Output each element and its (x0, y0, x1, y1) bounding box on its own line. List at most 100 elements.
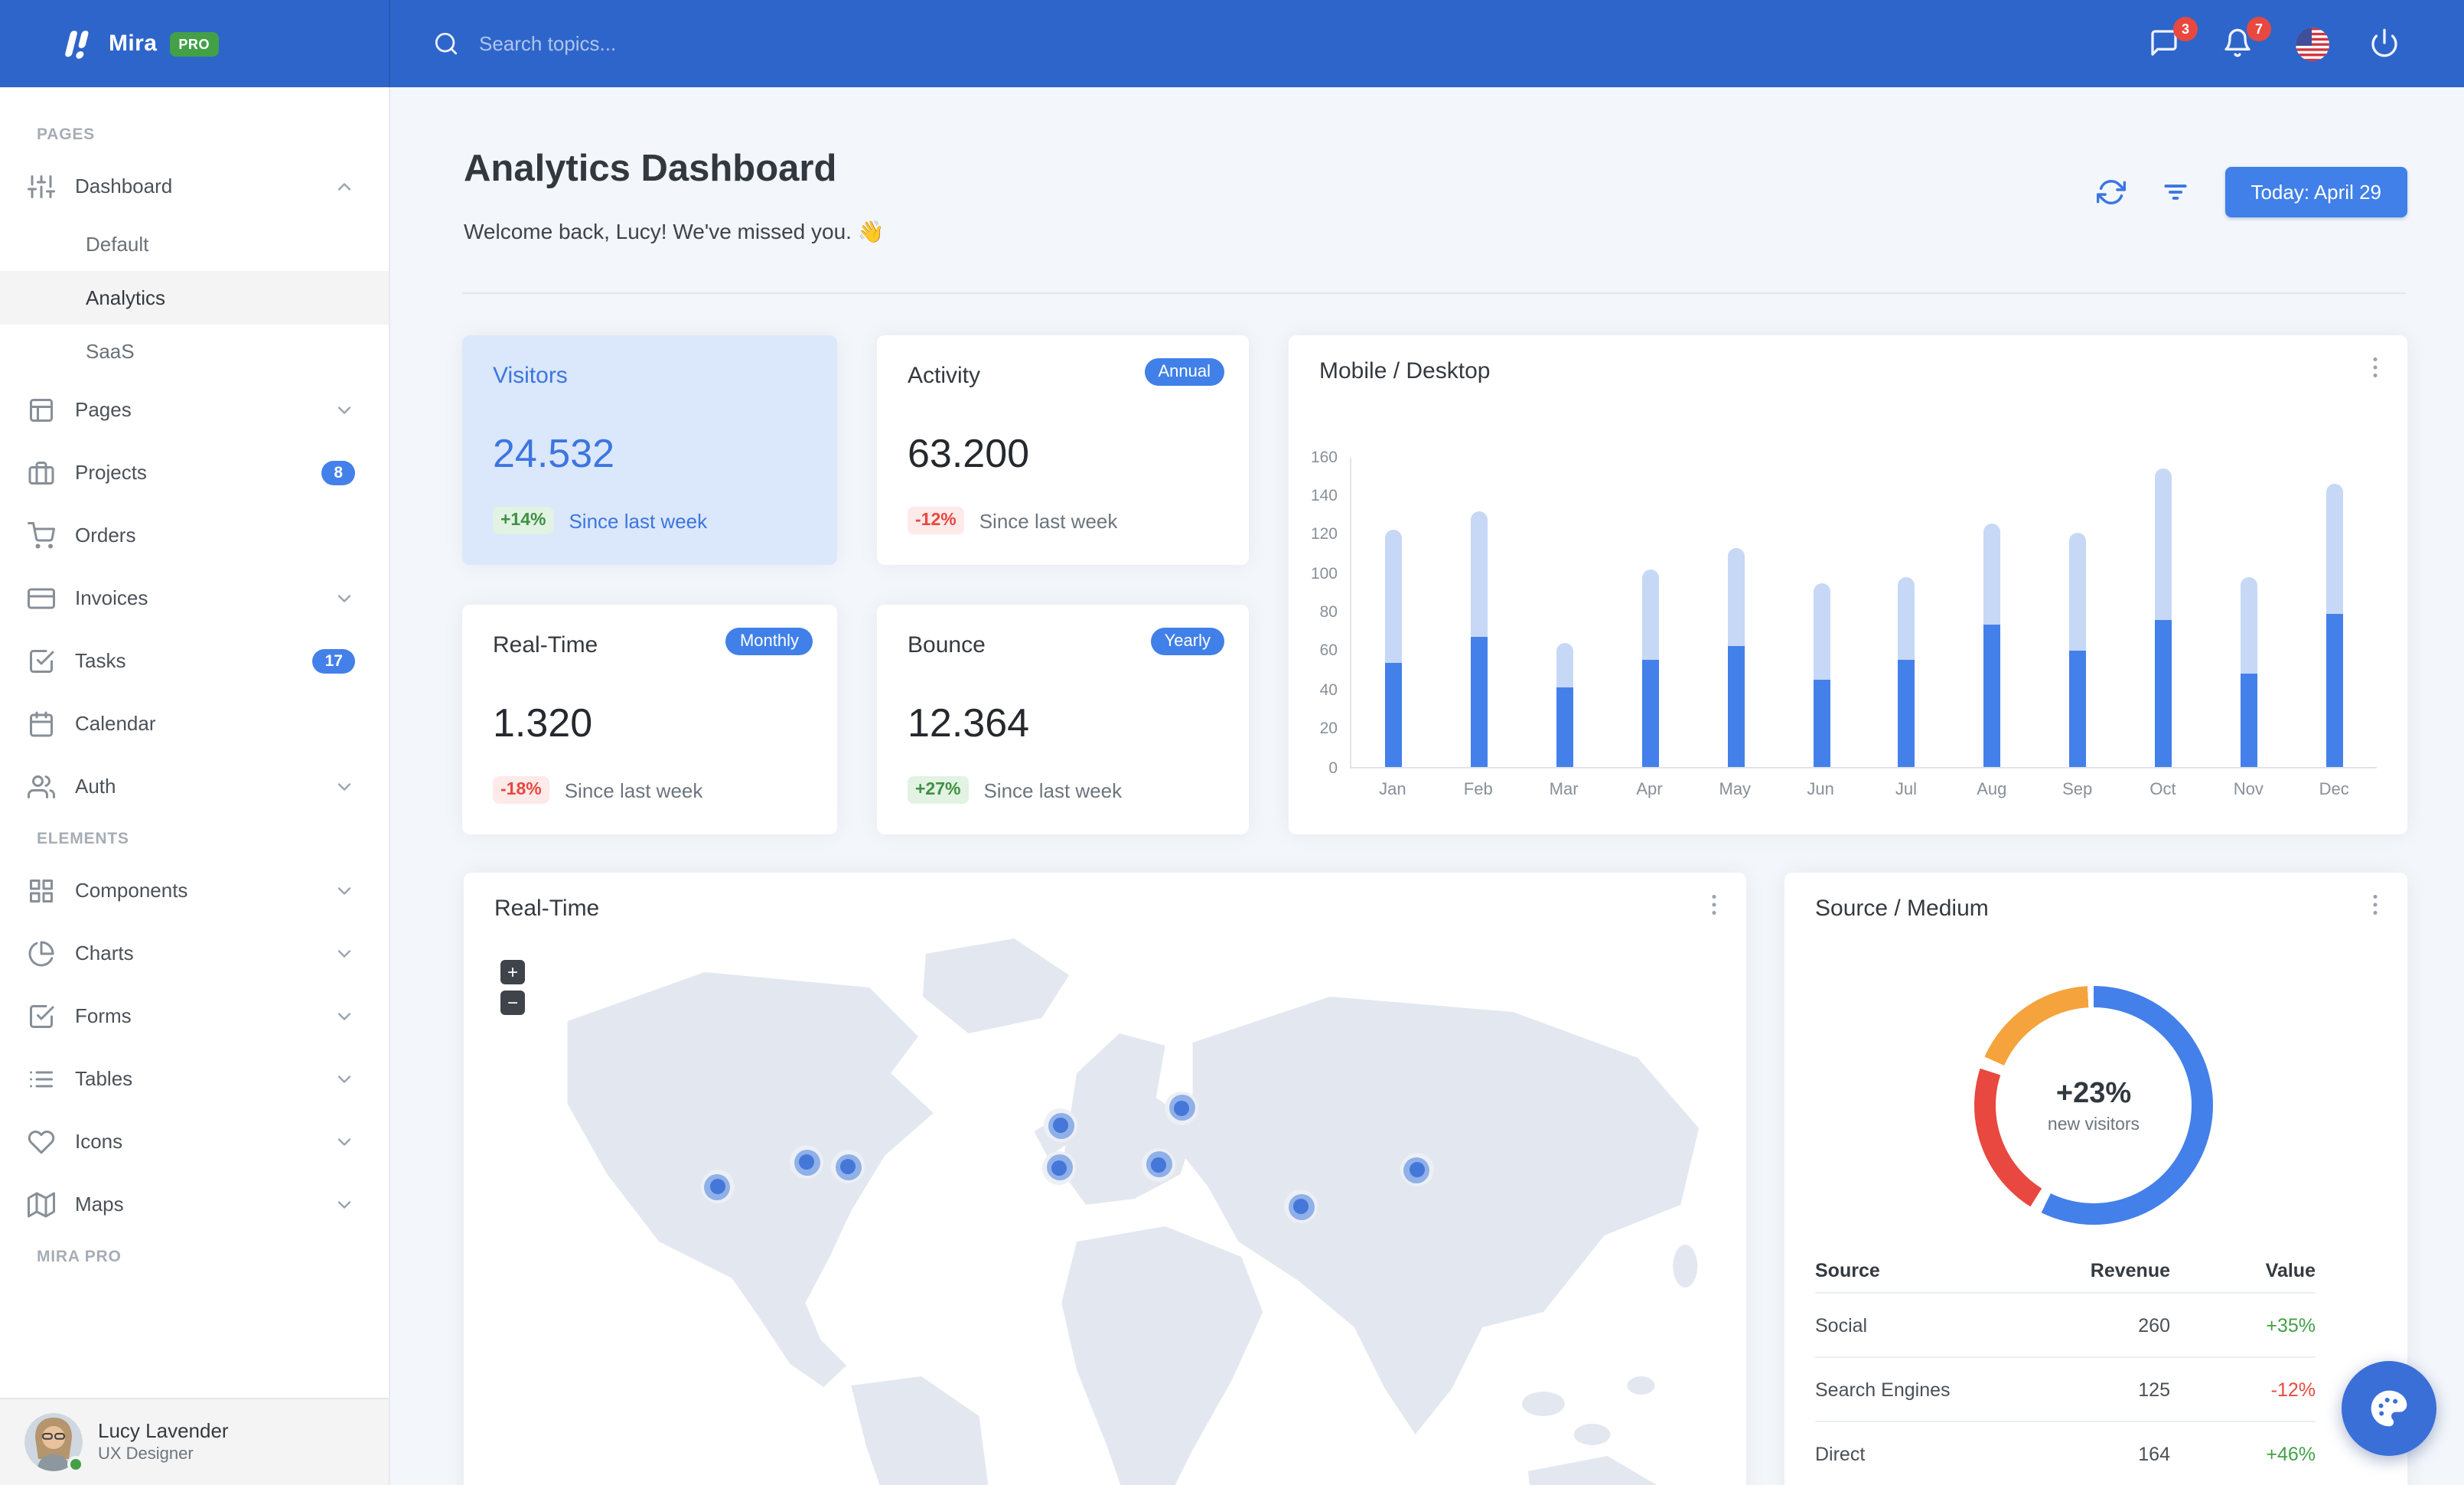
sidebar-item-label: Charts (75, 942, 134, 964)
period-pill: Yearly (1150, 628, 1224, 655)
sidebar-item-auth[interactable]: Auth (0, 755, 389, 818)
bar-column-jul (1864, 458, 1950, 767)
chart-menu-button[interactable] (2361, 354, 2389, 381)
map-menu-button[interactable] (1700, 891, 1728, 919)
sidebar-item-icons[interactable]: Icons (0, 1110, 389, 1173)
stat-note: Since last week (569, 509, 708, 532)
sidebar-subitem-analytics[interactable]: Analytics (0, 271, 389, 325)
map-marker-9 (1400, 1153, 1434, 1187)
sidebar-item-maps[interactable]: Maps (0, 1173, 389, 1235)
pro-badge: PRO (169, 31, 220, 56)
today-button[interactable]: Today: April 29 (2224, 167, 2407, 217)
x-axis-label: Mar (1549, 781, 1579, 799)
refresh-icon (2096, 179, 2126, 204)
sidebar-item-label: Forms (75, 1004, 132, 1027)
grid-icon (28, 876, 55, 904)
table-row-social: Social 260 +35% (1815, 1292, 2316, 1356)
palette-icon (2371, 1390, 2407, 1427)
cell-value: +35% (2266, 1314, 2316, 1336)
notifications-button[interactable]: 7 (2222, 16, 2271, 60)
stat-value: 12.364 (908, 700, 1030, 746)
app-window: Mira PRO 3 7 (0, 0, 2464, 1485)
sidebar-item-charts[interactable]: Charts (0, 922, 389, 984)
sidebar-item-projects[interactable]: Projects 8 (0, 441, 389, 504)
source-medium-title: Source / Medium (1815, 896, 1989, 922)
chevron-down-icon (334, 587, 355, 609)
search-input[interactable] (476, 31, 813, 57)
stat-note: Since last week (564, 778, 703, 801)
y-axis-tick: 20 (1319, 720, 1338, 739)
sidebar-item-label: Tasks (75, 649, 126, 672)
sliders-icon (28, 172, 55, 200)
stat-delta-badge: +27% (908, 776, 969, 804)
calendar-icon (28, 710, 55, 737)
refresh-button[interactable] (2096, 177, 2127, 207)
map-zoom-in-button[interactable]: + (500, 960, 525, 984)
pie-chart-icon (28, 939, 55, 967)
stat-delta-badge: -12% (908, 507, 964, 534)
filter-button[interactable] (2160, 177, 2191, 207)
stat-note: Since last week (983, 778, 1123, 801)
language-selector-button[interactable] (2296, 27, 2329, 60)
bar-column-mar (1522, 458, 1608, 767)
sidebar-item-calendar[interactable]: Calendar (0, 692, 389, 755)
sidebar-subitem-saas[interactable]: SaaS (0, 325, 389, 378)
sidebar-subitem-default[interactable]: Default (0, 217, 389, 271)
sidebar-item-label: Dashboard (75, 175, 173, 197)
bar-column-may (1693, 458, 1779, 767)
sidebar-item-label: Calendar (75, 712, 156, 735)
user-name: Lucy Lavender (98, 1419, 229, 1442)
sidebar-item-dashboard[interactable]: Dashboard (0, 155, 389, 217)
search-box[interactable] (433, 31, 813, 57)
bar-column-apr (1608, 458, 1693, 767)
x-axis-label: Apr (1636, 781, 1663, 799)
main-content: Analytics Dashboard Welcome back, Lucy! … (390, 87, 2464, 1485)
brand[interactable]: Mira PRO (0, 0, 390, 87)
user-role: UX Designer (98, 1445, 194, 1464)
world-map[interactable] (476, 926, 1734, 1485)
table-row-direct: Direct 164 +46% (1815, 1421, 2316, 1485)
stat-delta-badge: +14% (493, 507, 554, 534)
sidebar-item-pages[interactable]: Pages (0, 378, 389, 441)
sidebar-item-tasks[interactable]: Tasks 17 (0, 629, 389, 692)
sidebar-item-orders[interactable]: Orders (0, 504, 389, 566)
search-icon (435, 32, 458, 55)
y-axis-tick: 40 (1319, 680, 1338, 700)
y-axis-tick: 120 (1310, 525, 1338, 544)
map-zoom-out-button[interactable]: − (500, 991, 525, 1015)
sidebar-item-invoices[interactable]: Invoices (0, 566, 389, 629)
stat-title: Visitors (493, 363, 568, 389)
user-profile[interactable]: Lucy Lavender UX Designer (0, 1398, 389, 1485)
cell-source: Search Engines (1815, 1379, 1951, 1400)
power-icon (2371, 28, 2397, 57)
messages-button[interactable]: 3 (2149, 16, 2198, 60)
sidebar-item-label: Orders (75, 524, 136, 547)
sign-out-button[interactable] (2369, 27, 2403, 60)
x-axis-label: Jul (1895, 781, 1918, 799)
brand-name: Mira (109, 31, 158, 57)
stat-value: 1.320 (493, 700, 593, 746)
sidebar-item-forms[interactable]: Forms (0, 984, 389, 1047)
chevron-down-icon (334, 880, 355, 901)
source-menu-button[interactable] (2361, 891, 2389, 919)
check-square-icon (28, 1002, 55, 1030)
bar-column-dec (2291, 458, 2377, 767)
sidebar-section-label: ELEMENTS (37, 830, 129, 848)
stat-delta-badge: -18% (493, 776, 549, 804)
messages-count-badge: 3 (2173, 16, 2198, 41)
list-icon (28, 1065, 55, 1092)
stat-value: 24.532 (493, 430, 615, 476)
map-icon (28, 1190, 55, 1218)
sidebar-item-label: Tables (75, 1067, 133, 1090)
header-divider (462, 292, 2406, 294)
sidebar-item-components[interactable]: Components (0, 859, 389, 922)
y-axis-tick: 60 (1319, 641, 1338, 661)
theme-settings-fab[interactable] (2342, 1361, 2436, 1456)
sidebar-item-tables[interactable]: Tables (0, 1047, 389, 1110)
notifications-count-badge: 7 (2247, 16, 2271, 41)
check-square-icon (28, 647, 55, 674)
cell-value: -12% (2270, 1379, 2316, 1400)
chart-plot-area (1350, 458, 2377, 769)
chevron-down-icon (334, 1131, 355, 1152)
donut-center-label: new visitors (2047, 1115, 2140, 1134)
